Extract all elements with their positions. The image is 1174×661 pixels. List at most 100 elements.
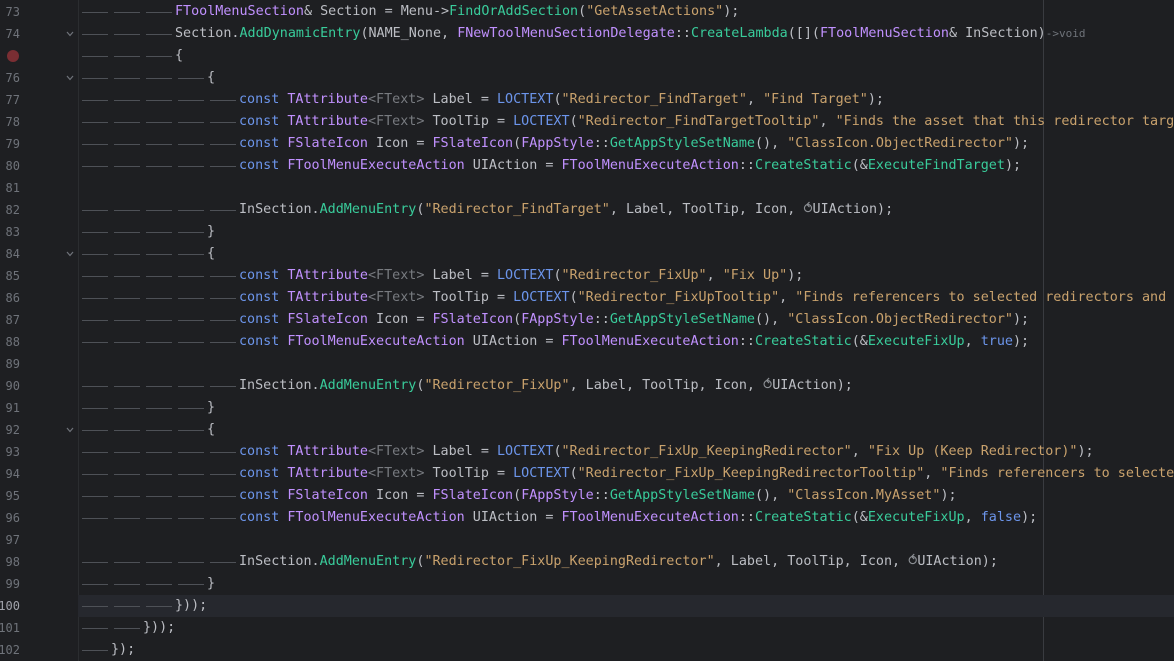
code-text[interactable]: InSection.AddMenuEntry("Redirector_FixUp… [239,375,853,397]
code-line[interactable]: 90 InSection.AddMenuEntry("Redirector_Fix… [0,375,1174,397]
code-line[interactable]: 84 { [0,243,1174,265]
indent-guide [178,584,204,585]
line-gutter[interactable]: 97 [0,529,78,551]
line-number: 88 [5,335,20,349]
line-gutter[interactable]: 74 [0,23,78,45]
code-text[interactable]: const FToolMenuExecuteAction UIAction = … [239,155,1021,177]
line-gutter[interactable]: 87 [0,309,78,331]
code-line[interactable]: 89 [0,353,1174,375]
code-line[interactable]: 80 const FToolMenuExecuteAction UIAction … [0,155,1174,177]
code-line[interactable]: 79 const FSlateIcon Icon = FSlateIcon(FAp… [0,133,1174,155]
fold-chevron-icon[interactable] [66,75,74,81]
code-line[interactable]: 92 { [0,419,1174,441]
line-gutter[interactable]: 82 [0,199,78,221]
code-text[interactable]: { [207,243,215,265]
indent-guide [114,628,140,629]
code-text[interactable]: Section.AddDynamicEntry(NAME_None, FNewT… [175,23,1085,45]
line-gutter[interactable]: 76 [0,67,78,89]
code-text[interactable]: const FToolMenuExecuteAction UIAction = … [239,507,1037,529]
code-line[interactable]: 83} [0,221,1174,243]
code-token: , Label, ToolTip, Icon, [569,378,764,393]
line-gutter[interactable]: 89 [0,353,78,375]
line-gutter[interactable]: 90 [0,375,78,397]
code-line[interactable]: 94 const TAttribute<FText> ToolTip = LOCT… [0,463,1174,485]
code-text[interactable]: const FSlateIcon Icon = FSlateIcon(FAppS… [239,133,1029,155]
code-text[interactable]: } [207,397,215,419]
line-gutter[interactable]: 77 [0,89,78,111]
line-gutter[interactable]: 102 [0,639,78,661]
line-gutter[interactable]: 92 [0,419,78,441]
code-line[interactable]: 100})); [0,595,1174,617]
code-text[interactable]: { [207,67,215,89]
code-text[interactable]: const TAttribute<FText> Label = LOCTEXT(… [239,265,803,287]
code-text[interactable]: const TAttribute<FText> Label = LOCTEXT(… [239,89,884,111]
fold-chevron-icon[interactable] [66,31,74,37]
code-line[interactable]: 88 const FToolMenuExecuteAction UIAction … [0,331,1174,353]
line-gutter[interactable]: 94 [0,463,78,485]
code-line[interactable]: 98 InSection.AddMenuEntry("Redirector_Fix… [0,551,1174,573]
code-text[interactable]: const FToolMenuExecuteAction UIAction = … [239,331,1029,353]
code-line[interactable]: 81 [0,177,1174,199]
code-line[interactable]: 97 [0,529,1174,551]
code-line[interactable]: 86 const TAttribute<FText> ToolTip = LOCT… [0,287,1174,309]
code-text[interactable]: } [207,573,215,595]
line-gutter[interactable]: 93 [0,441,78,463]
fold-chevron-icon[interactable] [66,427,74,433]
line-gutter[interactable]: 81 [0,177,78,199]
code-text[interactable]: const TAttribute<FText> Label = LOCTEXT(… [239,441,1094,463]
code-text[interactable]: const TAttribute<FText> ToolTip = LOCTEX… [239,287,1174,309]
line-gutter[interactable]: 101 [0,617,78,639]
fold-chevron-icon[interactable] [66,251,74,257]
line-gutter[interactable]: 85 [0,265,78,287]
breakpoint-icon[interactable] [7,50,19,62]
code-token: const [239,510,288,525]
code-line[interactable]: 101})); [0,617,1174,639]
line-gutter[interactable] [0,45,78,67]
code-text[interactable]: const FSlateIcon Icon = FSlateIcon(FAppS… [239,485,957,507]
line-gutter[interactable]: 100 [0,595,78,617]
code-line[interactable]: 96 const FToolMenuExecuteAction UIAction … [0,507,1174,529]
line-gutter[interactable]: 73 [0,1,78,23]
code-text[interactable]: })); [143,617,175,639]
code-text[interactable]: { [207,419,215,441]
line-gutter[interactable]: 83 [0,221,78,243]
indent-guide [178,386,204,387]
code-line[interactable]: 82 InSection.AddMenuEntry("Redirector_Fin… [0,199,1174,221]
line-gutter[interactable]: 84 [0,243,78,265]
line-gutter[interactable]: 98 [0,551,78,573]
code-text[interactable]: FToolMenuSection& Section = Menu->FindOr… [175,1,739,23]
line-gutter[interactable]: 80 [0,155,78,177]
code-line[interactable]: 87 const FSlateIcon Icon = FSlateIcon(FAp… [0,309,1174,331]
code-text[interactable]: InSection.AddMenuEntry("Redirector_FindT… [239,199,893,221]
code-text[interactable]: const TAttribute<FText> ToolTip = LOCTEX… [239,111,1174,133]
code-line[interactable]: 93 const TAttribute<FText> Label = LOCTEX… [0,441,1174,463]
line-gutter[interactable]: 88 [0,331,78,353]
line-gutter[interactable]: 86 [0,287,78,309]
line-gutter[interactable]: 78 [0,111,78,133]
code-line[interactable]: { [0,45,1174,67]
code-line[interactable]: 76 { [0,67,1174,89]
code-line[interactable]: 74 Section.AddDynamicEntry(NAME_None, FNe… [0,23,1174,45]
code-line[interactable]: 91} [0,397,1174,419]
code-editor[interactable]: 73 FToolMenuSection& Section = Menu->Find… [0,0,1174,661]
code-line[interactable]: 85 const TAttribute<FText> Label = LOCTEX… [0,265,1174,287]
line-gutter[interactable]: 99 [0,573,78,595]
code-text[interactable]: { [175,45,183,67]
code-text[interactable]: InSection.AddMenuEntry("Redirector_FixUp… [239,551,998,573]
code-text[interactable]: const FSlateIcon Icon = FSlateIcon(FAppS… [239,309,1029,331]
code-line[interactable]: 95 const FSlateIcon Icon = FSlateIcon(FAp… [0,485,1174,507]
code-line[interactable]: 78 const TAttribute<FText> ToolTip = LOCT… [0,111,1174,133]
line-gutter[interactable]: 79 [0,133,78,155]
line-gutter[interactable]: 91 [0,397,78,419]
code-text[interactable]: })); [175,595,207,617]
code-text[interactable]: } [207,221,215,243]
line-number: 80 [5,159,20,173]
line-gutter[interactable]: 95 [0,485,78,507]
code-text[interactable]: }); [111,639,135,661]
code-text[interactable]: const TAttribute<FText> ToolTip = LOCTEX… [239,463,1174,485]
line-gutter[interactable]: 96 [0,507,78,529]
code-line[interactable]: 102}); [0,639,1174,661]
code-line[interactable]: 77 const TAttribute<FText> Label = LOCTEX… [0,89,1174,111]
code-line[interactable]: 99} [0,573,1174,595]
code-line[interactable]: 73 FToolMenuSection& Section = Menu->Find… [0,1,1174,23]
